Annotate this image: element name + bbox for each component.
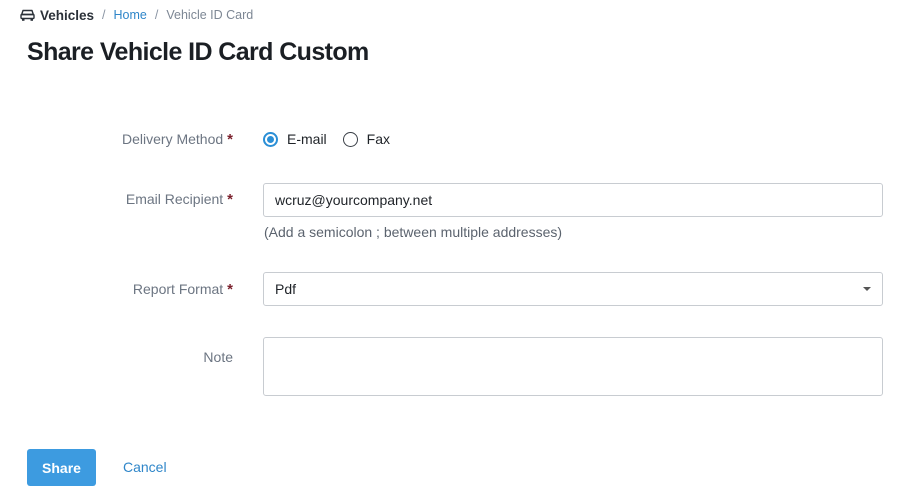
required-marker: *	[227, 191, 233, 208]
share-button[interactable]: Share	[27, 449, 96, 486]
report-format-select[interactable]: Pdf	[263, 272, 883, 306]
report-format-label-text: Report Format	[132, 281, 224, 297]
radio-email[interactable]	[263, 131, 278, 147]
report-format-label: Report Format *	[13, 281, 233, 298]
breadcrumb-vehicles[interactable]: Vehicles	[40, 8, 94, 23]
delivery-method-label-text: Delivery Method	[122, 131, 224, 147]
breadcrumb: Vehicles / Home / Vehicle ID Card	[20, 6, 253, 24]
email-recipient-label-text: Email Recipient	[125, 191, 224, 207]
note-label-text: Note	[203, 349, 233, 365]
email-help-text: (Add a semicolon ; between multiple addr…	[264, 224, 563, 240]
breadcrumb-separator: /	[154, 8, 159, 22]
report-format-selected-value: Pdf	[275, 281, 297, 297]
required-marker: *	[227, 131, 233, 148]
radio-option-fax[interactable]: Fax	[342, 131, 390, 147]
radio-fax-label[interactable]: Fax	[367, 131, 390, 147]
radio-fax[interactable]	[342, 131, 358, 147]
email-recipient-input[interactable]	[263, 183, 883, 217]
note-label: Note	[13, 349, 233, 365]
car-icon	[20, 8, 35, 22]
page-title: Share Vehicle ID Card Custom	[27, 38, 369, 66]
breadcrumb-current: Vehicle ID Card	[166, 8, 254, 22]
radio-email-label[interactable]: E-mail	[287, 131, 327, 147]
delivery-method-label: Delivery Method *	[13, 131, 233, 148]
cancel-link[interactable]: Cancel	[123, 459, 167, 475]
required-marker: *	[227, 281, 233, 298]
chevron-down-icon	[863, 287, 871, 291]
email-recipient-label: Email Recipient *	[13, 191, 233, 208]
radio-option-email[interactable]: E-mail	[263, 131, 327, 147]
note-textarea[interactable]	[263, 337, 883, 396]
breadcrumb-home-link[interactable]: Home	[114, 8, 147, 22]
delivery-method-radio-group: E-mail Fax	[263, 128, 406, 150]
breadcrumb-separator: /	[102, 8, 106, 22]
